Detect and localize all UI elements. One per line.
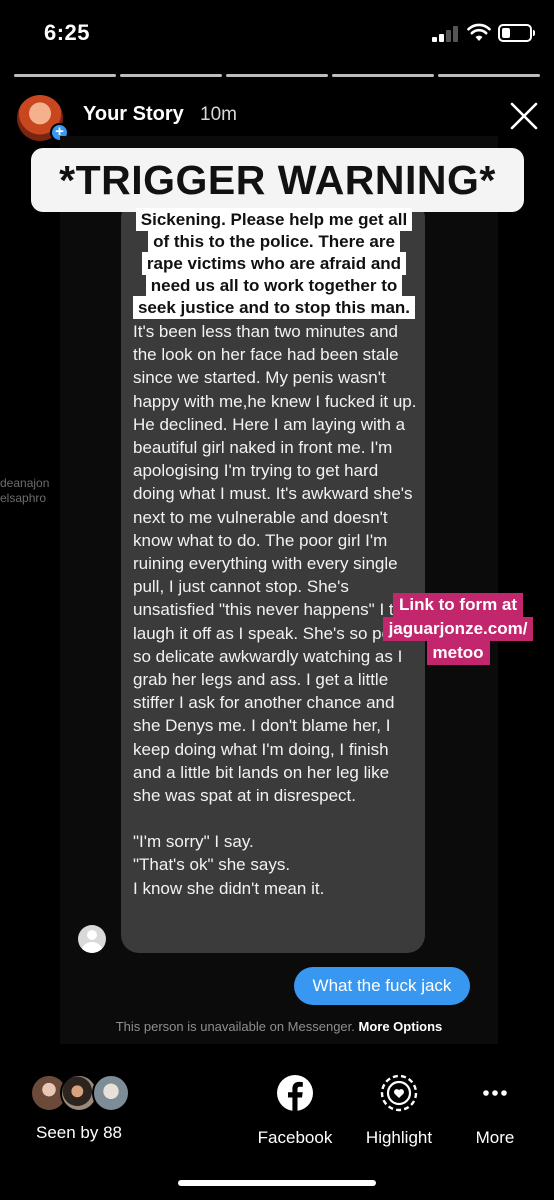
plea-text-sticker[interactable]: Sickening. Please help me get all of thi…: [119, 208, 429, 319]
plea-line: Sickening. Please help me get all: [135, 208, 413, 231]
progress-segment: [332, 74, 434, 77]
side-username: elsaphro: [0, 491, 47, 505]
progress-segment: [14, 74, 116, 77]
facebook-label: Facebook: [257, 1128, 333, 1147]
message-paragraph: "I'm sorry" I say. "That's ok" she says.…: [133, 832, 325, 898]
side-usernames: deanajon elsaphro: [0, 476, 60, 506]
link-line: metoo: [426, 641, 490, 665]
story-age: 10m: [200, 104, 237, 125]
story-owner-title[interactable]: Your Story: [83, 103, 184, 126]
reply-message-bubble: What the fuck jack: [294, 967, 470, 1005]
highlight-button[interactable]: Highlight: [354, 1074, 444, 1148]
link-line: Link to form at: [392, 593, 524, 617]
more-label: More: [475, 1128, 515, 1147]
message-paragraph: It's been less than two minutes and the …: [133, 322, 417, 806]
cellular-signal-icon: [432, 26, 460, 42]
seen-by-count[interactable]: Seen by 88: [36, 1123, 122, 1143]
facebook-icon: [277, 1075, 313, 1111]
viewer-avatar: [92, 1074, 130, 1112]
home-indicator[interactable]: [178, 1180, 376, 1186]
more-icon: [483, 1090, 507, 1096]
battery-level: [502, 28, 510, 38]
battery-icon: [498, 24, 535, 42]
progress-segment: [438, 74, 540, 77]
plea-line: seek justice and to stop this man.: [132, 296, 416, 319]
link-sticker[interactable]: Link to form at jaguarjonze.com/ metoo: [373, 593, 543, 665]
story-progress-bar: [14, 74, 540, 77]
progress-segment: [226, 74, 328, 77]
unavailable-notice: This person is unavailable on Messenger.…: [60, 1019, 498, 1034]
viewer-avatars[interactable]: [30, 1074, 140, 1114]
highlight-icon: [380, 1074, 418, 1112]
close-icon[interactable]: [508, 100, 540, 132]
plea-line: of this to the police. There are: [148, 230, 400, 253]
plea-line: rape victims who are afraid and: [141, 252, 407, 275]
unavailable-text: This person is unavailable on Messenger.: [115, 1019, 355, 1034]
link-line: jaguarjonze.com/: [382, 617, 534, 641]
status-time: 6:25: [44, 20, 91, 45]
status-bar: 6:25: [0, 0, 554, 66]
highlight-label: Highlight: [365, 1128, 433, 1147]
more-options-link: More Options: [358, 1019, 443, 1034]
plea-line: need us all to work together to: [145, 274, 403, 297]
wifi-icon: [467, 23, 491, 41]
sender-avatar-icon: [78, 925, 106, 953]
progress-segment: [120, 74, 222, 77]
trigger-warning-sticker[interactable]: *TRIGGER WARNING*: [31, 148, 524, 212]
side-username: deanajon: [0, 476, 50, 490]
facebook-button[interactable]: Facebook: [250, 1074, 340, 1148]
more-button[interactable]: More: [450, 1074, 540, 1148]
